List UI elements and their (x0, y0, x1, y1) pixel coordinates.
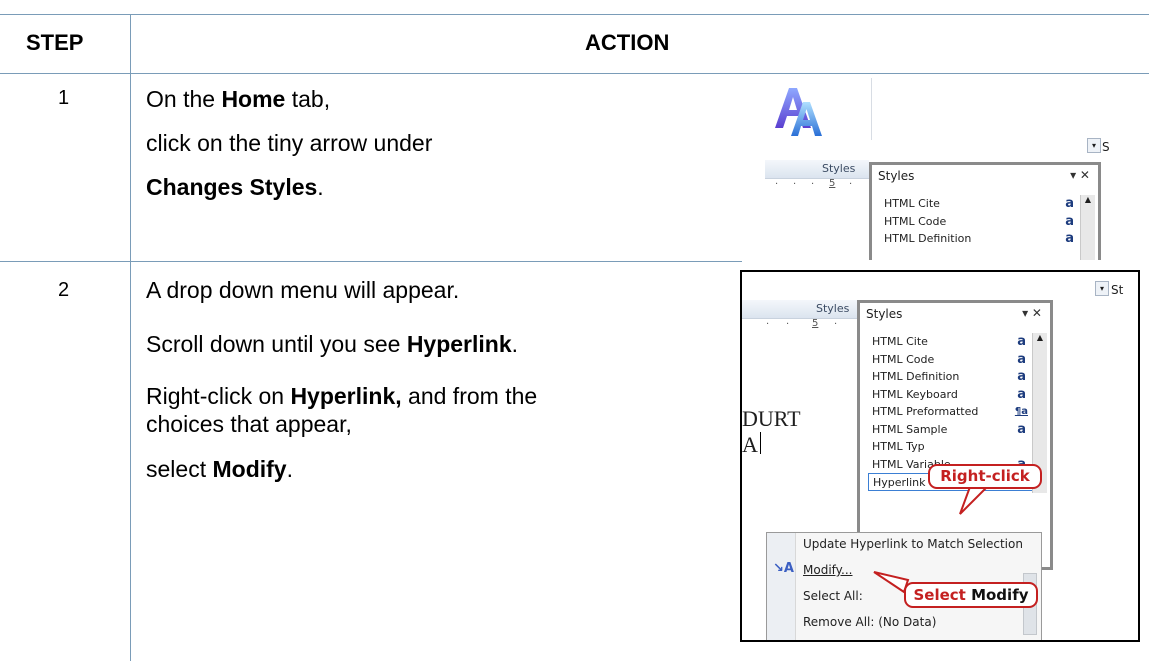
styles-list: HTML Cite a HTML Code a HTML Definition a (880, 195, 1078, 248)
row2-line-1: A drop down menu will appear. (146, 277, 460, 303)
step-number-1: 1 (58, 87, 70, 109)
ruler-mark: 5 (812, 318, 819, 329)
styles-group-label: Styles (822, 162, 856, 175)
row1-line-2: click on the tiny arrow under (146, 130, 433, 156)
scrollbar[interactable]: ▲ (1080, 195, 1095, 260)
table-top-border (0, 14, 1149, 15)
screenshot-modify-style: ▾ St Styles · · 5 · DURT A Styles ▾ ✕ HT… (740, 270, 1140, 642)
right-click-callout: Right-click (928, 464, 1042, 489)
row2-line-5: select Modify. (146, 456, 293, 482)
dropdown-arrow-icon[interactable]: ▾ (1087, 138, 1101, 153)
styles-group-label: Styles (816, 302, 850, 315)
row-divider (0, 261, 742, 262)
styles-pane-title: Styles (878, 169, 915, 183)
header-step: STEP (26, 30, 84, 55)
row1-line-3: Changes Styles. (146, 174, 324, 200)
right-click-pointer (959, 475, 1001, 515)
header-divider (0, 73, 1149, 74)
row2-line-4: choices that appear, (146, 411, 352, 437)
styles-pane: Styles ▾ ✕ HTML Cite a HTML Code a HTML De… (869, 162, 1101, 260)
ribbon-s-letter: St (1102, 140, 1110, 154)
dropdown-arrow-icon[interactable]: ▾ (1095, 281, 1109, 296)
change-styles-icon (769, 82, 829, 140)
ruler: · · · 5 · (765, 178, 869, 193)
row1-line-1: On the Home tab, (146, 86, 331, 112)
header-action: ACTION (585, 30, 670, 55)
menu-item-update[interactable]: Update Hyperlink to Match Selection (803, 537, 1023, 551)
style-item[interactable]: HTML Code a (880, 213, 1078, 231)
styles-pane-title: Styles (866, 307, 903, 321)
row2-line-2: Scroll down until you see Hyperlink. (146, 331, 519, 357)
column-divider (130, 14, 131, 661)
row2-line-3: Right-click on Hyperlink, and from the (146, 383, 538, 409)
ribbon-s-letter: St (1111, 283, 1124, 297)
menu-item-modify[interactable]: Modify... (803, 563, 853, 577)
ruler-mark: 5 (829, 178, 836, 189)
style-item[interactable]: HTML Cite a (868, 333, 1030, 351)
menu-icon-column (767, 533, 796, 640)
pane-close-icon[interactable]: ▾ ✕ (1022, 306, 1042, 320)
ruler: · · 5 · (742, 318, 857, 333)
pane-close-icon[interactable]: ▾ ✕ (1070, 168, 1090, 182)
style-item[interactable]: HTML Code a (868, 351, 1030, 369)
menu-item-remove-all[interactable]: Remove All: (No Data) (803, 615, 936, 629)
document-text-1: DURT (742, 406, 801, 431)
select-modify-callout: Select Modify (904, 582, 1038, 608)
style-item[interactable]: HTML Definition a (880, 230, 1078, 248)
menu-item-select-all[interactable]: Select All: (803, 589, 863, 603)
modify-icon: ↘A (773, 561, 794, 576)
style-item[interactable]: HTML Cite a (880, 195, 1078, 213)
document-text-2: A (742, 432, 761, 458)
step-number-2: 2 (58, 279, 70, 301)
ribbon-divider (871, 78, 872, 140)
screenshot-change-styles: ▾ St Styles · · · 5 · Styles ▾ ✕ HTML Ci… (765, 78, 1110, 260)
